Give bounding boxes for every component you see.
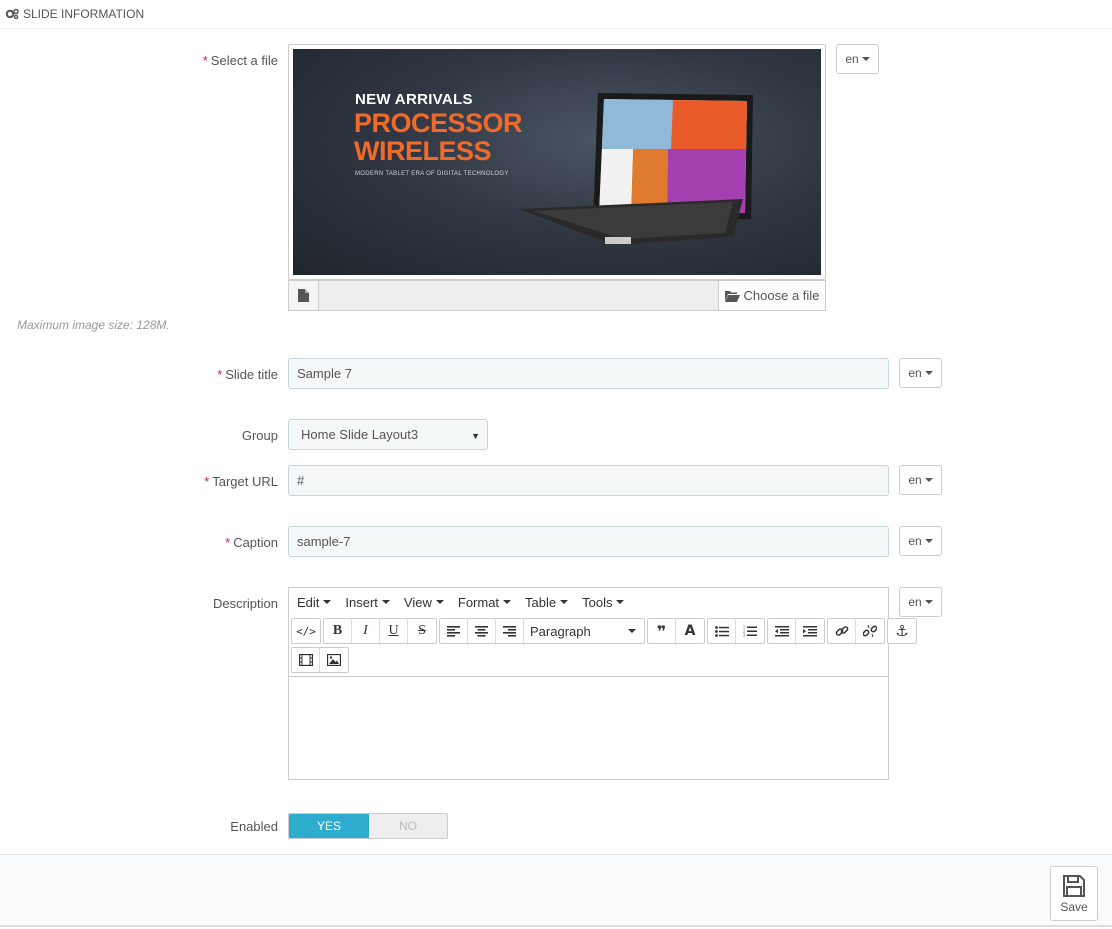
lang-label: en (908, 473, 922, 487)
media-icon[interactable] (292, 648, 320, 672)
outdent-icon[interactable] (768, 619, 796, 643)
enabled-no-option[interactable]: NO (369, 814, 447, 838)
enabled-yes-option[interactable]: YES (289, 814, 369, 838)
tablet-illustration (519, 93, 753, 245)
lang-label: en (908, 534, 922, 548)
group-select[interactable]: Home Slide Layout3 ▼ (288, 419, 488, 450)
save-label: Save (1060, 899, 1088, 914)
menu-tools[interactable]: Tools (582, 595, 625, 610)
file-icon (289, 281, 319, 310)
panel-footer: Save (0, 854, 1112, 927)
slide-title-input[interactable]: Sample 7 (288, 358, 889, 389)
lang-label: en (908, 595, 922, 609)
panel-title: SLIDE INFORMATION (23, 7, 145, 21)
save-icon (1063, 874, 1085, 897)
target-url-input[interactable]: # (288, 465, 889, 496)
unlink-icon[interactable] (856, 619, 884, 643)
caption-input[interactable]: sample-7 (288, 526, 889, 557)
max-size-hint: Maximum image size: 128M. (17, 318, 170, 332)
numbered-list-icon[interactable]: 123 (736, 619, 764, 643)
enabled-label: Enabled (230, 819, 278, 834)
caption-label: * Caption (225, 535, 278, 550)
target-url-lang-dropdown[interactable]: en (899, 465, 942, 495)
menu-view[interactable]: View (404, 595, 444, 610)
bold-icon[interactable]: B (324, 619, 352, 643)
save-button[interactable]: Save (1050, 866, 1098, 921)
blockquote-icon[interactable]: ❞ (648, 619, 676, 643)
caret-down-icon (924, 600, 933, 604)
italic-icon[interactable]: I (352, 619, 380, 643)
panel-heading: SLIDE INFORMATION (0, 0, 1112, 29)
slide-title-lang-dropdown[interactable]: en (899, 358, 942, 388)
align-right-icon[interactable] (496, 619, 524, 643)
text-color-icon[interactable]: A (676, 619, 704, 643)
editor-content-area[interactable] (289, 676, 888, 779)
target-url-label: * Target URL (204, 474, 278, 489)
cogs-icon (5, 8, 19, 20)
group-label: Group (241, 428, 278, 443)
file-lang-dropdown[interactable]: en (836, 44, 879, 74)
file-upload-row[interactable]: Choose a file (288, 280, 826, 311)
strikethrough-icon[interactable]: S (408, 619, 436, 643)
anchor-icon[interactable]: ⚓ (888, 619, 916, 643)
align-center-icon[interactable] (468, 619, 496, 643)
select-arrow-icon: ▼ (471, 431, 480, 441)
slide-image-preview: NEW ARRIVALS PROCESSOR WIRELESS MODERN TA… (288, 44, 826, 280)
caret-down-icon (924, 478, 933, 482)
menu-edit[interactable]: Edit (297, 595, 332, 610)
link-icon[interactable] (828, 619, 856, 643)
caret-down-icon (861, 57, 870, 61)
group-select-value: Home Slide Layout3 (301, 427, 419, 442)
caret-down-icon (924, 539, 933, 543)
caption-lang-dropdown[interactable]: en (899, 526, 942, 556)
menu-insert[interactable]: Insert (345, 595, 390, 610)
lang-label: en (845, 52, 859, 66)
editor-menubar: Edit Insert View Format Table Tools (289, 588, 888, 616)
file-name-input[interactable] (319, 281, 718, 310)
choose-file-label: Choose a file (743, 288, 820, 303)
underline-icon[interactable]: U (380, 619, 408, 643)
menu-format[interactable]: Format (458, 595, 512, 610)
svg-text:3: 3 (743, 633, 745, 638)
bullet-list-icon[interactable] (708, 619, 736, 643)
description-lang-dropdown[interactable]: en (899, 587, 942, 617)
caret-down-icon (924, 371, 933, 375)
enabled-switch[interactable]: YES NO (288, 813, 448, 839)
indent-icon[interactable] (796, 619, 824, 643)
lang-label: en (908, 366, 922, 380)
editor-toolbar: </> B I U S Paragraph ❞ A 123 ⚓ (289, 616, 917, 674)
image-icon[interactable] (320, 648, 348, 672)
description-editor: Edit Insert View Format Table Tools </> … (288, 587, 917, 780)
description-label: Description (212, 596, 278, 611)
align-left-icon[interactable] (440, 619, 468, 643)
folder-open-icon (724, 290, 740, 302)
source-code-icon[interactable]: </> (292, 619, 320, 643)
slide-title-label: * Slide title (217, 367, 278, 382)
banner-image: NEW ARRIVALS PROCESSOR WIRELESS MODERN TA… (293, 49, 821, 275)
format-select[interactable]: Paragraph (524, 619, 644, 643)
choose-file-button[interactable]: Choose a file (718, 281, 825, 310)
select-file-label: * Select a file (202, 53, 278, 68)
menu-table[interactable]: Table (525, 595, 569, 610)
